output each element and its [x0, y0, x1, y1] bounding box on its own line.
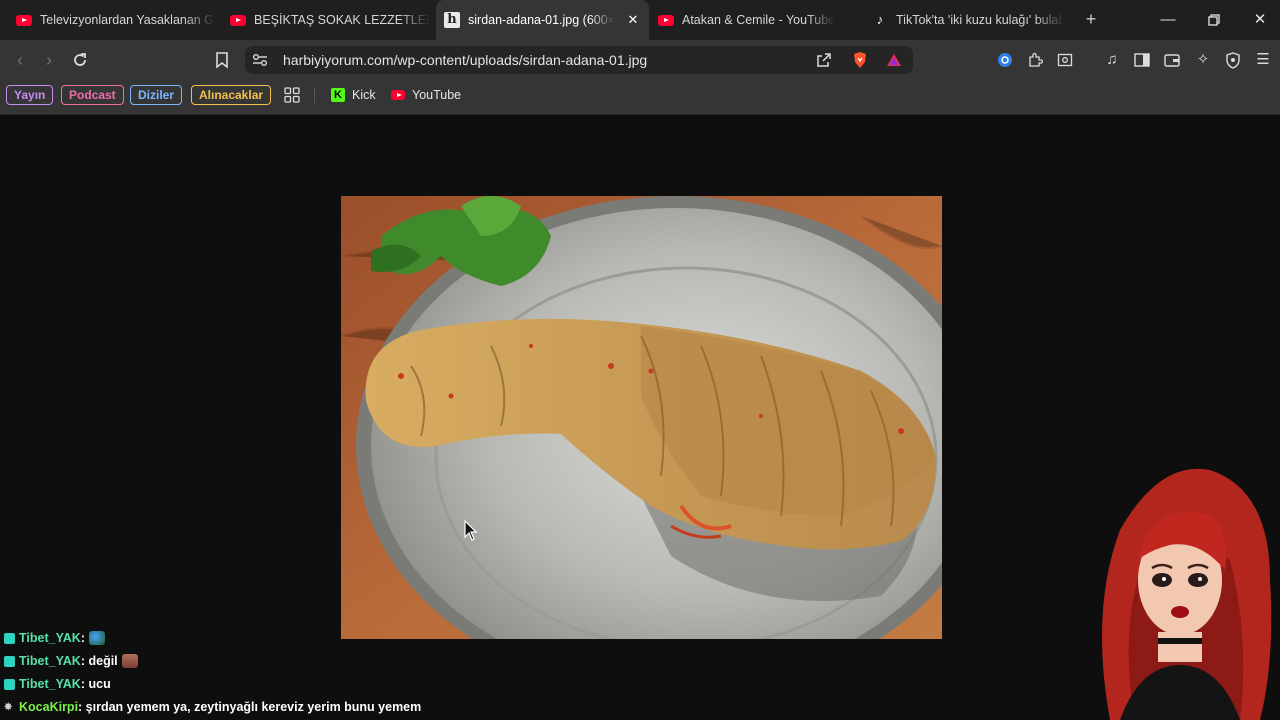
tab-sirdan-jpg[interactable]: h sirdan-adana-01.jpg (600× ✕: [436, 0, 649, 40]
apps-grid-icon[interactable]: [282, 85, 302, 105]
bookmark-youtube[interactable]: YouTube: [391, 86, 461, 104]
minimize-icon[interactable]: —: [1156, 8, 1180, 32]
bookmark-podcast[interactable]: Podcast: [61, 85, 124, 105]
tab-title: BEŞİKTAŞ SOKAK LEZZETLERİN: [254, 13, 430, 27]
chat-message: ✸ KocaKirpi : şırdan yemem ya, zeytinyağ…: [4, 700, 421, 714]
chat-message: Tibet_YAK : ucu: [4, 677, 111, 691]
tab-search-icon[interactable]: [1055, 50, 1075, 70]
emote-icon: [89, 631, 106, 645]
chat-message: Tibet_YAK : değil: [4, 654, 138, 668]
chat-text: : ucu: [80, 677, 111, 691]
leo-ai-icon[interactable]: ✧: [1193, 50, 1213, 70]
youtube-icon: [658, 14, 674, 26]
tab-atakan-cemile[interactable]: Atakan & Cemile - YouTube: [650, 0, 863, 40]
hedgehog-badge-icon: ✸: [4, 701, 13, 713]
chat-text: :: [80, 631, 86, 645]
tab-title: Televizyonlardan Yasaklanan Gü: [40, 13, 216, 27]
harbiyiyorum-icon: h: [444, 12, 460, 28]
wallet-icon[interactable]: [1162, 50, 1182, 70]
vpn-shield-icon[interactable]: [1223, 50, 1243, 70]
tab-title: TikTok'ta 'iki kuzu kulağı' bulab: [896, 13, 1066, 27]
tab-besiktas[interactable]: BEŞİKTAŞ SOKAK LEZZETLERİN: [222, 0, 430, 40]
reload-icon[interactable]: [69, 49, 91, 71]
kick-icon: K: [331, 88, 345, 102]
close-tab-icon[interactable]: ✕: [625, 12, 641, 28]
badge-icon: [4, 678, 15, 690]
chat-username: KocaKirpi: [19, 700, 79, 714]
tab-strip: Televizyonlardan Yasaklanan Gü BEŞİKTAŞ …: [0, 0, 1280, 40]
badge-icon: [4, 632, 15, 644]
new-tab-button[interactable]: +: [1081, 9, 1101, 29]
chat-text: : değil: [80, 654, 118, 668]
brave-shields-icon[interactable]: [850, 50, 870, 70]
sidebar-icon[interactable]: [1132, 50, 1152, 70]
chat-message: Tibet_YAK :: [4, 631, 106, 645]
share-icon[interactable]: [814, 50, 834, 70]
tab-title: Atakan & Cemile - YouTube: [682, 13, 836, 27]
bookmarks-divider: [314, 87, 315, 103]
tab-tiktok[interactable]: ♪ TikTok'ta 'iki kuzu kulağı' bulab: [864, 0, 1072, 40]
tiktok-icon: ♪: [876, 12, 884, 27]
restore-icon[interactable]: [1202, 8, 1226, 32]
close-window-icon[interactable]: ✕: [1248, 8, 1272, 32]
chat-username: Tibet_YAK: [19, 654, 81, 668]
media-controls-icon[interactable]: ♫: [1102, 50, 1122, 70]
bookmark-kick[interactable]: K Kick: [331, 86, 376, 104]
streamer-avatar: [1102, 468, 1272, 720]
forward-icon[interactable]: ›: [38, 49, 60, 71]
bookmark-label: YouTube: [412, 88, 462, 102]
vpn-extension-icon[interactable]: [995, 50, 1015, 70]
chat-username: Tibet_YAK: [19, 677, 81, 691]
badge-icon: [4, 655, 15, 667]
bookmark-icon[interactable]: [212, 50, 232, 70]
brave-rewards-icon[interactable]: [884, 50, 904, 70]
site-settings-icon[interactable]: [250, 50, 270, 70]
bookmark-diziler[interactable]: Diziler: [130, 85, 183, 105]
url-text[interactable]: harbiyiyorum.com/wp-content/uploads/sird…: [283, 52, 647, 68]
bookmark-label: Kick: [352, 88, 376, 102]
back-icon[interactable]: ‹: [9, 49, 31, 71]
mouse-cursor-icon: [464, 520, 478, 541]
emote-icon: [121, 654, 138, 668]
tab-televizyonlardan[interactable]: Televizyonlardan Yasaklanan Gü: [8, 0, 216, 40]
youtube-icon: [391, 90, 405, 100]
youtube-icon: [230, 14, 246, 26]
youtube-icon: [16, 14, 32, 26]
bookmark-alinacaklar[interactable]: Alınacaklar: [191, 85, 272, 105]
sirdan-photo[interactable]: [341, 196, 942, 639]
chat-text: : şırdan yemem ya, zeytinyağlı kereviz y…: [78, 700, 422, 714]
menu-icon[interactable]: ☰: [1253, 50, 1273, 70]
bookmark-yayin[interactable]: Yayın: [6, 85, 54, 105]
tab-title: sirdan-adana-01.jpg (600×: [468, 13, 615, 27]
extensions-icon[interactable]: [1025, 50, 1045, 70]
chat-username: Tibet_YAK: [19, 631, 81, 645]
